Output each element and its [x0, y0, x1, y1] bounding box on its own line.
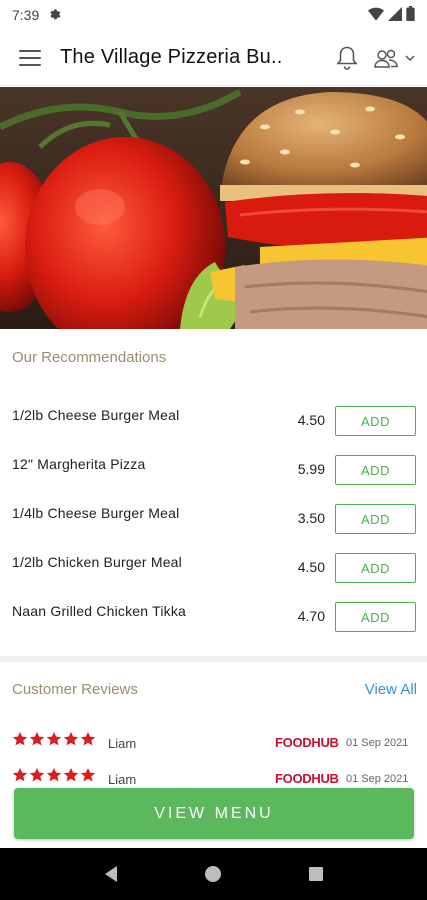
star-icon [63, 768, 79, 782]
review-date: 01 Sep 2021 [346, 737, 409, 749]
reviews-title: Customer Reviews [12, 681, 138, 698]
review-row[interactable]: Liam FOODHUB 01 Sep 2021 [0, 731, 427, 755]
reviewer-name: Liam [108, 772, 137, 785]
item-name: Naan Grilled Chicken Tikka [12, 603, 187, 619]
home-icon [205, 866, 222, 882]
star-icon [46, 732, 62, 746]
add-button[interactable]: ADD [335, 455, 416, 485]
item-name: 1/2lb Chicken Burger Meal [12, 554, 182, 570]
back-icon [105, 866, 118, 882]
rating-stars [12, 767, 96, 783]
review-source-logo: FOODHUB [275, 771, 339, 785]
menu-button[interactable] [0, 30, 60, 86]
item-name: 1/4lb Cheese Burger Meal [12, 505, 180, 521]
item-price: 4.50 [297, 559, 325, 575]
account-button[interactable] [367, 30, 427, 86]
home-button[interactable] [193, 854, 233, 894]
recommendations-title: Our Recommendations [12, 349, 167, 366]
star-icon [63, 732, 79, 746]
list-item: 1/2lb Cheese Burger Meal 4.50 ADD [0, 396, 427, 445]
hero-food-image [0, 87, 427, 329]
signal-icon [388, 6, 402, 24]
item-price: 5.99 [297, 461, 325, 477]
star-icon [46, 768, 62, 782]
recents-icon [308, 867, 323, 881]
battery-icon [406, 6, 415, 24]
chevron-down-icon [405, 54, 415, 61]
review-row[interactable]: Liam FOODHUB 01 Sep 2021 [0, 767, 427, 785]
settings-icon [47, 7, 61, 24]
recommendations-list: 1/2lb Cheese Burger Meal 4.50 ADD 12" Ma… [0, 396, 427, 641]
notifications-button[interactable] [327, 30, 367, 86]
add-button[interactable]: ADD [335, 602, 416, 632]
status-bar: 7:39 [0, 0, 427, 30]
view-all-link[interactable]: View All [365, 681, 417, 698]
list-item: 12" Margherita Pizza 5.99 ADD [0, 445, 427, 494]
review-source-logo: FOODHUB [275, 735, 339, 750]
star-icon [29, 768, 45, 782]
add-button[interactable]: ADD [335, 504, 416, 534]
star-icon [29, 732, 45, 746]
list-item: 1/2lb Chicken Burger Meal 4.50 ADD [0, 543, 427, 592]
star-icon [80, 732, 96, 746]
view-menu-button[interactable]: VIEW MENU [14, 788, 414, 839]
star-icon [80, 768, 96, 782]
bell-icon [336, 46, 358, 70]
system-nav-bar [0, 848, 427, 900]
review-date: 01 Sep 2021 [346, 773, 409, 785]
recents-button[interactable] [296, 854, 336, 894]
back-button[interactable] [91, 854, 131, 894]
wifi-icon [368, 7, 384, 24]
item-name: 1/2lb Cheese Burger Meal [12, 407, 180, 423]
status-time: 7:39 [12, 7, 40, 23]
add-button[interactable]: ADD [335, 553, 416, 583]
hamburger-menu-icon [19, 49, 41, 66]
add-button[interactable]: ADD [335, 406, 416, 436]
item-name: 12" Margherita Pizza [12, 456, 146, 472]
list-item: 1/4lb Cheese Burger Meal 3.50 ADD [0, 494, 427, 543]
reviewer-name: Liam [108, 736, 137, 751]
app-bar: The Village Pizzeria Bu.. [0, 30, 427, 86]
list-item: Naan Grilled Chicken Tikka 4.70 ADD [0, 592, 427, 641]
star-icon [12, 732, 28, 746]
section-divider [0, 656, 427, 662]
item-price: 4.50 [297, 412, 325, 428]
rating-stars [12, 731, 96, 747]
item-price: 4.70 [297, 608, 325, 624]
star-icon [12, 768, 28, 782]
account-icon [374, 49, 398, 68]
restaurant-title: The Village Pizzeria Bu.. [60, 46, 283, 68]
item-price: 3.50 [297, 510, 325, 526]
